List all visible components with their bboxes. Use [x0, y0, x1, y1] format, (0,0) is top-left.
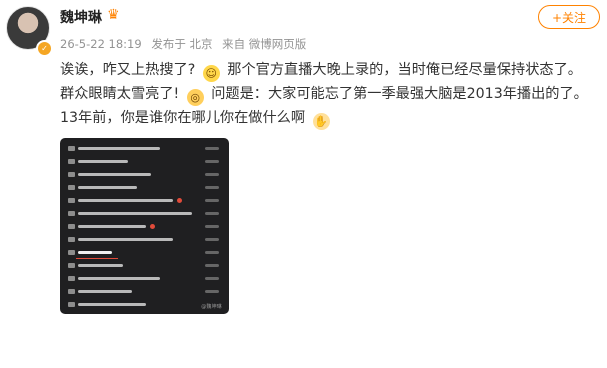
verified-badge-icon: ✓: [36, 40, 53, 57]
post-source: 来自 微博网页版: [222, 37, 307, 51]
waving-emoji-icon: ✋: [312, 113, 330, 130]
image-list-row: [68, 235, 221, 245]
vip-crown-icon: ♛: [107, 7, 120, 23]
author-name[interactable]: 魏坤琳: [60, 7, 102, 27]
post-image[interactable]: @魏坤琳: [60, 138, 229, 314]
post-text-part-1: 诶诶，咋又上热搜了?: [60, 62, 196, 78]
image-list-row: [68, 196, 221, 206]
image-list-row-highlighted: [68, 248, 221, 259]
image-list-row: [68, 144, 221, 154]
post-meta: 26-5-22 18:19 发布于 北京 来自 微博网页版: [60, 36, 312, 52]
image-list-row: [68, 261, 221, 271]
image-list-row: [68, 170, 221, 180]
follow-button[interactable]: +关注: [538, 5, 600, 29]
post-location: 发布于 北京: [151, 37, 213, 51]
post-text: 诶诶，咋又上热搜了? ☺ 那个官方直播大晚上录的，当时俺已经尽量保持状态了。群众…: [60, 58, 595, 130]
post-timestamp[interactable]: 26-5-22 18:19: [60, 37, 142, 51]
image-list-row: [68, 300, 221, 310]
shocked-emoji-icon: ◎: [186, 89, 204, 106]
image-list-row: [68, 157, 221, 167]
image-list-row: [68, 274, 221, 284]
image-list-row: [68, 222, 221, 232]
image-watermark: @魏坤琳: [201, 304, 222, 310]
image-list-row: [68, 183, 221, 193]
image-list-row: [68, 209, 221, 219]
image-list-row: [68, 287, 221, 297]
laughing-emoji-icon: ☺: [202, 65, 220, 82]
